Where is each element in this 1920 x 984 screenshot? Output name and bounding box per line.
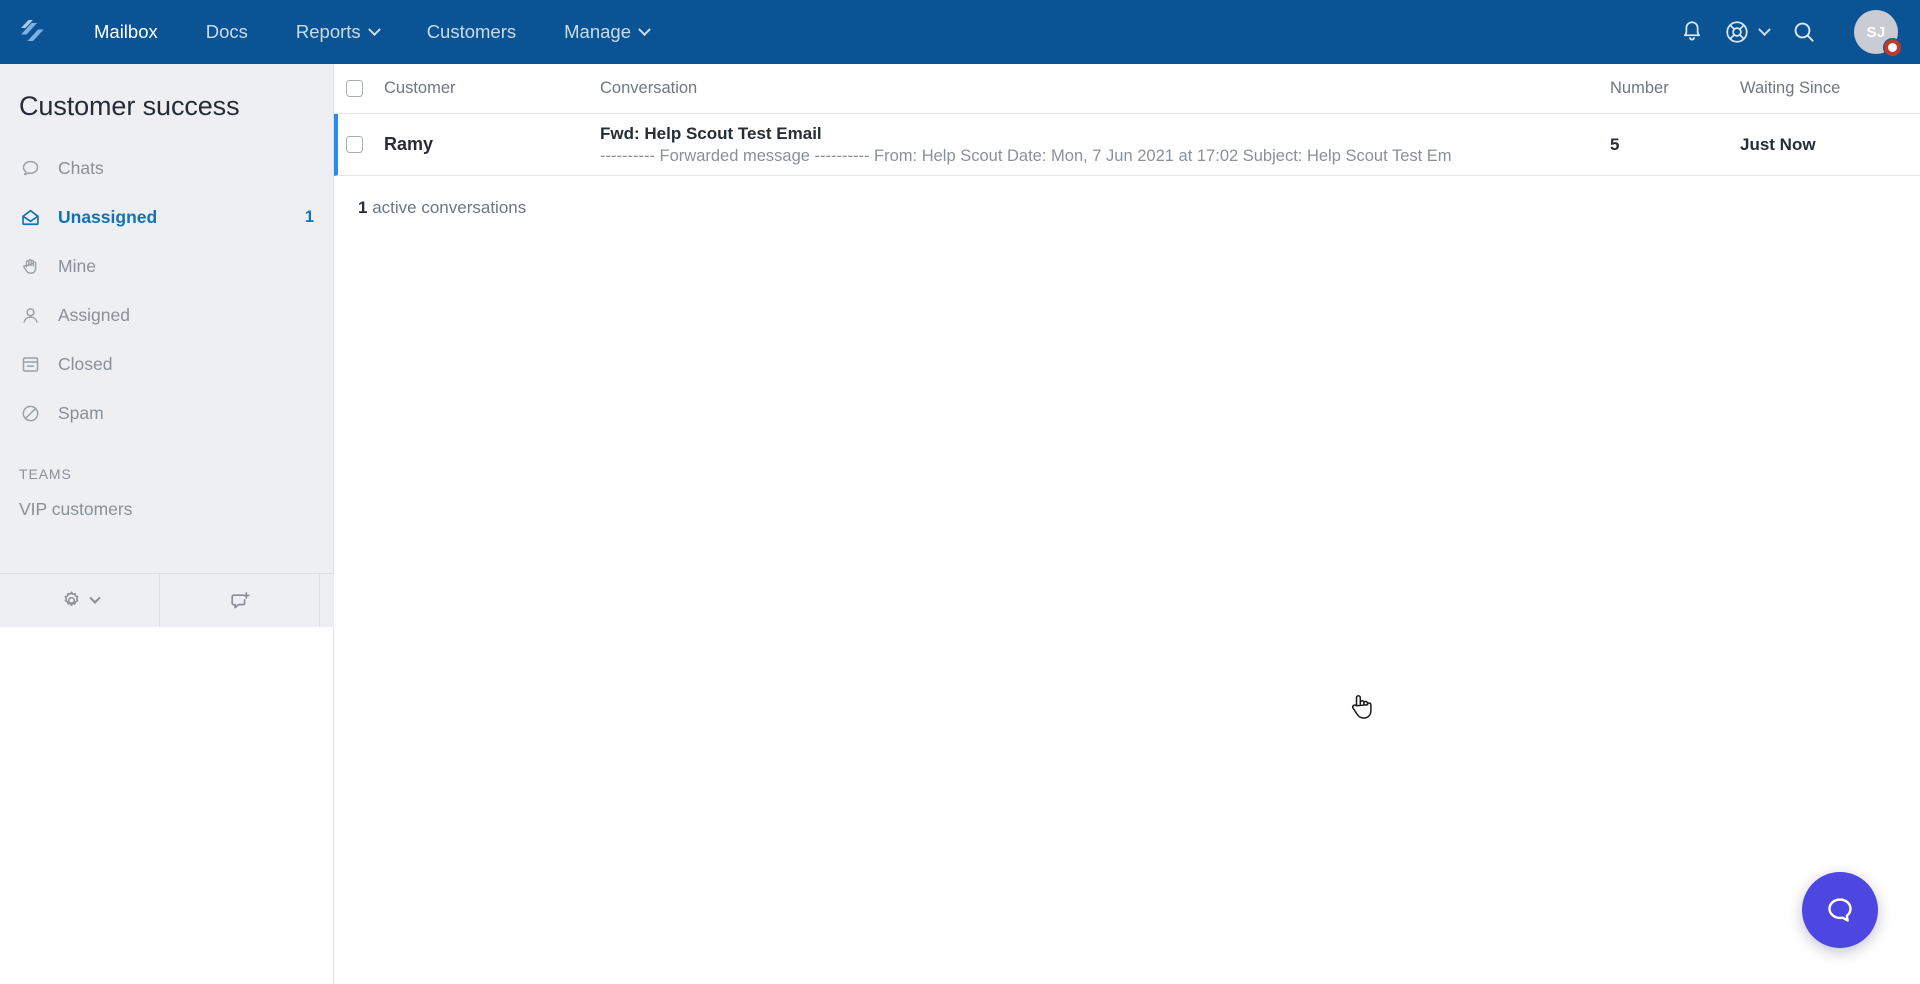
sidebar-item-chats-label: Chats [58,158,104,178]
sidebar-item-assigned[interactable]: Assigned [0,291,333,340]
sidebar-item-unassigned[interactable]: Unassigned 1 [0,193,333,242]
sidebar: Customer success Chats Unassigned 1 Mine… [0,64,334,984]
nav-item-docs[interactable]: Docs [182,0,272,64]
sidebar-item-closed-label: Closed [58,354,113,374]
app-body: Customer success Chats Unassigned 1 Mine… [0,64,1920,984]
sidebar-item-mine-label: Mine [58,256,96,276]
active-conversations-count: 1 active conversations [334,176,1920,218]
row-checkbox[interactable] [346,136,363,153]
page-title: Customer success [19,91,240,121]
nav-item-mailbox-label: Mailbox [94,21,158,42]
sidebar-item-closed[interactable]: Closed [0,340,333,389]
sidebar-item-chats[interactable]: Chats [0,144,333,193]
nav-item-customers-label: Customers [426,21,517,42]
column-header-customer[interactable]: Customer [368,79,600,98]
top-navigation-bar: Mailbox Docs Reports Customers Manage SJ [0,0,1920,64]
chevron-down-icon [638,22,651,36]
chevron-down-icon [367,22,381,36]
row-conversation-preview: ---------- Forwarded message ---------- … [600,146,1452,165]
sidebar-team-vip-customers[interactable]: VIP customers [0,490,333,529]
chevron-down-icon [89,592,101,604]
row-conversation-subject: Fwd: Help Scout Test Email [600,123,822,143]
notifications-button[interactable] [1664,4,1720,60]
sidebar-teams-heading: TEAMS [19,466,72,482]
sidebar-footer-toolbar [0,573,334,627]
person-icon [19,305,41,327]
row-customer-name: Ramy [384,134,434,154]
row-number: 5 [1610,134,1620,154]
row-conversation-cell: Fwd: Help Scout Test Email ---------- Fo… [600,123,1610,167]
row-waiting-since: Just Now [1740,134,1816,154]
settings-button[interactable] [0,574,160,627]
status-badge [1884,39,1901,56]
nav-item-reports[interactable]: Reports [272,0,403,64]
chat-bubble-icon [1828,898,1852,922]
search-icon [1794,22,1814,42]
column-header-number[interactable]: Number [1610,79,1740,98]
new-conversation-icon [230,591,250,608]
sidebar-item-unassigned-label: Unassigned [58,207,158,227]
sidebar-folder-list: Chats Unassigned 1 Mine Assigned Closed … [0,144,333,442]
nav-item-manage[interactable]: Manage [540,0,673,64]
beacon-help-button[interactable] [1802,872,1878,948]
archive-box-icon [19,354,41,376]
help-menu-button[interactable] [1720,4,1776,60]
row-select-cell [338,136,368,153]
sidebar-item-unassigned-count: 1 [304,208,314,226]
lifebuoy-icon [1725,21,1748,43]
speech-bubble-icon [19,158,41,180]
select-all-checkbox[interactable] [346,80,363,97]
pointer-hand-cursor [1348,692,1374,722]
select-all-cell [334,80,368,97]
column-header-waiting-since[interactable]: Waiting Since [1740,79,1920,98]
main-nav-items: Mailbox Docs Reports Customers Manage [70,0,673,64]
avatar[interactable]: SJ [1854,10,1901,56]
sidebar-item-assigned-label: Assigned [58,305,130,325]
table-row[interactable]: Ramy Fwd: Help Scout Test Email --------… [334,114,1920,176]
conversation-list-panel: Customer Conversation Number Waiting Sin… [334,64,1920,984]
active-conversations-count-label: active conversations [372,198,527,217]
raised-hand-icon [19,256,41,278]
nav-item-manage-label: Manage [564,21,631,42]
column-header-conversation[interactable]: Conversation [600,79,1610,98]
nav-item-customers[interactable]: Customers [403,0,540,64]
conversation-table-header: Customer Conversation Number Waiting Sin… [334,64,1920,114]
sidebar-item-spam-label: Spam [58,403,104,423]
chevron-down-icon [1757,22,1771,36]
bell-icon [1683,21,1701,41]
search-button[interactable] [1776,4,1832,60]
no-entry-icon [19,403,41,425]
gear-icon [64,591,79,607]
nav-item-mailbox[interactable]: Mailbox [70,0,182,64]
nav-item-reports-label: Reports [295,21,361,42]
sidebar-item-mine[interactable]: Mine [0,242,333,291]
new-conversation-button[interactable] [160,574,320,627]
sidebar-team-vip-customers-label: VIP customers [19,499,133,519]
open-envelope-icon [19,207,41,229]
nav-item-docs-label: Docs [205,21,248,42]
helpscout-logo-icon[interactable] [14,15,48,49]
sidebar-item-spam[interactable]: Spam [0,389,333,438]
sidebar-empty-area [0,627,333,984]
active-conversations-count-value: 1 [358,198,368,217]
top-nav-actions: SJ [1664,4,1901,60]
